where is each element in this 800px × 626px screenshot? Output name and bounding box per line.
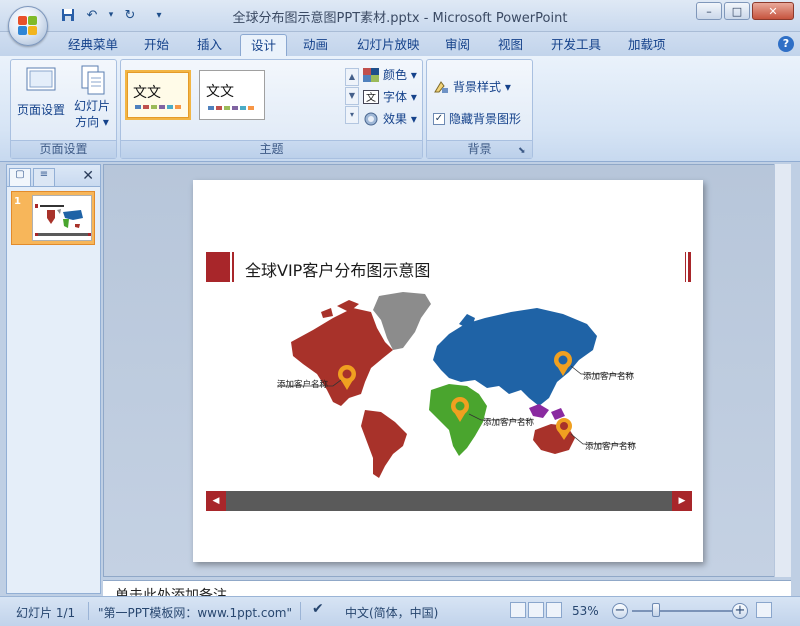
dialog-launcher-icon[interactable]: ⬊ [518,146,528,156]
theme-thumb-office[interactable]: 文文 [125,70,191,120]
group-background: 背景样式 ▾ ✓ 隐藏背景图形 背景 ⬊ [426,59,533,159]
zoom-slider-thumb[interactable] [652,603,660,617]
slide-sorter-view-icon[interactable] [528,602,544,618]
maximize-button[interactable]: □ [724,2,750,20]
slide-thumbnail-image [32,195,92,241]
status-language[interactable]: 中文(简体，中国) [345,604,438,621]
group-themes: 文文 文文 ▲ ▼ ▾ 颜色 ▾ 文 字体 ▾ 效果 ▾ 主题 [120,59,423,159]
group-label-page-setup: 页面设置 [11,140,116,158]
callout-label-australia[interactable]: 添加客户名称 [585,440,636,452]
vertical-scrollbar[interactable] [774,164,791,577]
tab-developer[interactable]: 开发工具 [541,34,611,56]
zoom-slider-track[interactable] [632,610,732,612]
outline-tab-icon[interactable]: ≡ [33,168,55,186]
slide-footer-bar: ◀ ▶ [206,491,692,511]
theme-fonts-button[interactable]: 文 字体 ▾ [363,88,417,105]
spell-check-icon[interactable]: ✔ [312,601,324,617]
slide-canvas[interactable]: 全球VIP客户分布图示意图 添加客户名称 添加客户名称 添加客户名称 添加客户名… [193,180,703,562]
title-accent-line [232,252,234,282]
right-accent-block [688,252,691,282]
gallery-up-icon[interactable]: ▲ [345,68,359,86]
title-bar: ↶ ▾ ↻ ▾ 全球分布图示意图PPT素材.pptx - Microsoft P… [0,0,800,32]
right-accent-line [685,252,686,282]
window-title: 全球分布图示意图PPT素材.pptx - Microsoft PowerPoin… [232,11,568,26]
theme-colors-button[interactable]: 颜色 ▾ [363,66,417,83]
tab-view[interactable]: 视图 [488,34,533,56]
slideshow-view-icon[interactable] [546,602,562,618]
background-styles-icon [434,80,448,93]
right-arrow-icon: ▶ [672,491,692,511]
ribbon-tabs: 经典菜单 开始 插入 设计 动画 幻灯片放映 审阅 视图 开发工具 加载项 ? [0,32,800,56]
map-africa [429,384,487,456]
left-arrow-icon: ◀ [206,491,226,511]
tab-home[interactable]: 开始 [134,34,179,56]
callout-label-africa[interactable]: 添加客户名称 [483,416,534,428]
close-button[interactable]: ✕ [752,2,794,20]
zoom-level[interactable]: 53% [572,604,599,618]
group-label-themes: 主题 [121,140,422,158]
background-styles-button[interactable]: 背景样式 ▾ [433,78,511,95]
gallery-more-icon[interactable]: ▾ [345,106,359,124]
tab-review[interactable]: 审阅 [435,34,480,56]
window-controls: – □ ✕ [696,2,794,20]
status-theme-name: "第一PPT模板网：www.1ppt.com" [98,606,293,620]
theme-gallery-scroll: ▲ ▼ ▾ [345,68,359,124]
status-slide-info: 幻灯片 1/1 [16,606,76,620]
group-page-setup: 页面设置 幻灯片 方向 ▾ 页面设置 [10,59,117,159]
status-bar: 幻灯片 1/1 "第一PPT模板网：www.1ppt.com" ✔ 中文(简体，… [0,596,800,626]
colors-icon [363,67,379,82]
checkbox-checked-icon: ✓ [433,112,445,125]
tab-slideshow[interactable]: 幻灯片放映 [347,34,430,56]
callout-label-americas[interactable]: 添加客户名称 [277,378,328,390]
slide-number: 1 [14,196,21,207]
slide-orientation-icon [76,64,108,96]
slide-title[interactable]: 全球VIP客户分布图示意图 [245,257,430,281]
page-setup-icon [25,64,57,96]
title-accent-block [206,252,230,282]
slides-panel: ▢ ≡ ✕ 1 [6,164,101,594]
slides-panel-tabs: ▢ ≡ ✕ [7,165,100,187]
svg-text:文: 文 [366,91,376,104]
gallery-down-icon[interactable]: ▼ [345,87,359,105]
group-label-background: 背景 [427,140,532,158]
tab-addins[interactable]: 加载项 [618,34,676,56]
office-logo-icon [18,16,38,36]
slide-thumbnail-selected[interactable]: 1 [11,191,95,245]
tab-classic-menu[interactable]: 经典菜单 [58,34,128,56]
hide-background-graphics-checkbox[interactable]: ✓ 隐藏背景图形 [433,110,521,127]
fit-to-window-icon[interactable] [756,602,772,618]
notes-placeholder: 单击此处添加备注 [115,588,227,596]
close-panel-icon[interactable]: ✕ [82,168,94,184]
zoom-in-icon[interactable]: + [732,603,748,619]
notes-pane[interactable]: 单击此处添加备注 [103,580,791,596]
theme-effects-button[interactable]: 效果 ▾ [363,110,417,127]
map-south-america [361,410,407,478]
callout-label-asia[interactable]: 添加客户名称 [583,370,634,382]
help-icon[interactable]: ? [778,36,794,52]
status-separator [88,602,89,620]
tab-animation[interactable]: 动画 [293,34,338,56]
theme-color-bars [135,105,181,109]
status-separator [300,602,301,620]
theme-thumb-2[interactable]: 文文 [199,70,265,120]
fonts-icon: 文 [363,89,379,104]
slide-orientation-button[interactable]: 幻灯片 方向 ▾ [69,64,115,130]
map-se-asia-islands [529,404,565,420]
tab-design[interactable]: 设计 [240,34,288,56]
slides-tab-icon[interactable]: ▢ [9,168,31,186]
zoom-out-icon[interactable]: − [612,603,628,619]
ribbon: 页面设置 幻灯片 方向 ▾ 页面设置 文文 文文 ▲ ▼ ▾ 颜色 ▾ 文 字体… [0,56,800,162]
office-button[interactable] [8,6,48,46]
minimize-button[interactable]: – [696,2,722,20]
effects-icon [364,112,378,125]
page-setup-button[interactable]: 页面设置 [15,64,67,118]
map-north-america [291,308,393,406]
normal-view-icon[interactable] [510,602,526,618]
theme-color-bars [208,106,254,110]
tab-insert[interactable]: 插入 [187,34,232,56]
